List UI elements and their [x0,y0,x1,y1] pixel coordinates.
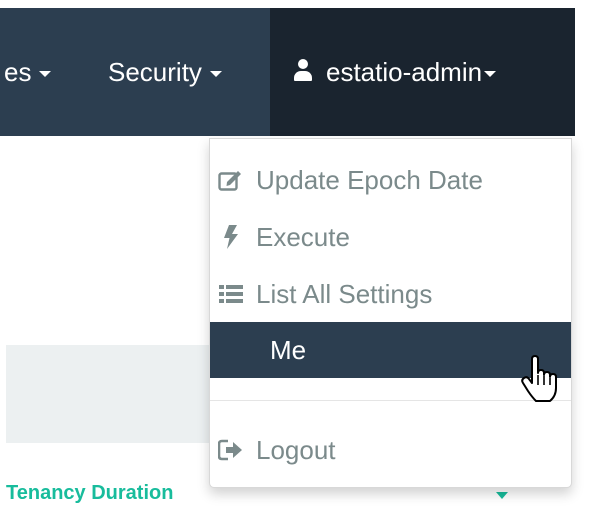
column-header-tenancy-duration[interactable]: Tenancy Duration [6,482,173,505]
menu-item-me[interactable]: Me [210,322,571,378]
sort-caret-icon[interactable] [496,492,508,499]
user-dropdown-menu: Update Epoch Date Execute List All Setti… [209,138,572,488]
page-gutter [575,0,601,522]
nav-menu-label: es [4,56,32,87]
caret-down-icon [484,71,497,77]
user-icon [294,59,312,81]
menu-item-label: Update Epoch Date [256,164,483,195]
bolt-icon [216,222,246,252]
nav-menu-services[interactable]: es [0,8,84,136]
menu-item-list-all-settings[interactable]: List All Settings [210,266,571,322]
menu-item-label: Me [270,334,307,365]
username-label: estatio-admin [326,56,483,87]
top-navbar: es Security estatio-admin [0,8,575,136]
menu-item-update-epoch-date[interactable]: Update Epoch Date [210,152,571,208]
nav-menu-label: Security [108,56,202,87]
menu-divider [210,400,571,401]
caret-down-icon [39,71,52,77]
edit-icon [216,165,246,195]
caret-down-icon [209,71,222,77]
menu-item-execute[interactable]: Execute [210,209,571,265]
menu-item-label: List All Settings [256,278,433,309]
menu-item-label: Execute [256,221,350,252]
nav-menu-security[interactable]: Security [98,8,270,136]
nav-menu-user[interactable]: estatio-admin [270,8,575,136]
page: es Security estatio-admin Tenancy Durati… [0,0,601,522]
menu-item-label: Logout [256,434,336,465]
list-icon [216,279,246,309]
sign-out-icon [216,435,246,465]
hand-pointer-cursor-icon [520,355,560,403]
menu-item-logout[interactable]: Logout [210,422,571,478]
